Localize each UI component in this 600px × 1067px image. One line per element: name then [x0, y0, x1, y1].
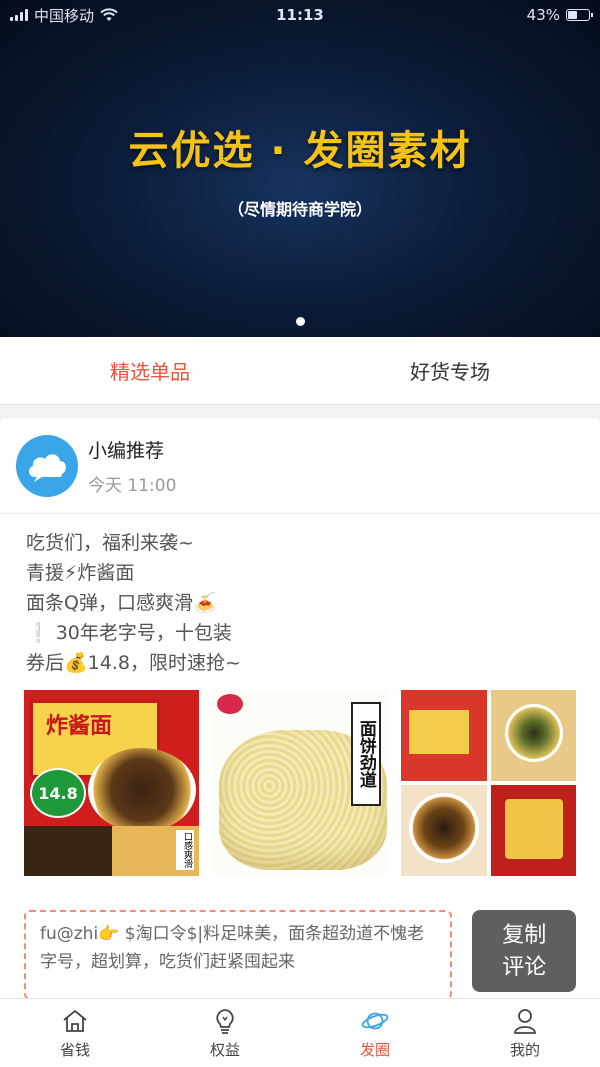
post-header: 小编推荐 今天 11:00 — [0, 418, 600, 514]
copy-comment-button[interactable]: 复制 评论 — [472, 910, 576, 992]
package-text: 炸酱面 — [46, 713, 113, 739]
collage-tile — [401, 785, 487, 876]
wifi-icon — [100, 8, 118, 21]
post-card: 小编推荐 今天 11:00 吃货们，福利来袭~ 青援⚡炸酱面 面条Q弹，口感爽滑… — [0, 418, 600, 1018]
battery-icon — [566, 9, 593, 21]
comment-text[interactable]: fu@zhi👉 $淘口令$|料足味美，面条超劲道不愧老字号，超划算，吃货们赶紧囤… — [24, 910, 453, 1000]
status-bar: 中国移动 11:13 43% — [0, 0, 600, 30]
nav-label: 发圈 — [359, 1040, 390, 1059]
collage-tile — [401, 690, 487, 781]
photo-grid: 炸酱面 14.8 口感爽滑 面饼劲道 — [0, 678, 600, 876]
bottom-nav: 省钱 权益 发圈 我的 — [0, 998, 600, 1067]
product-photo-3[interactable] — [401, 690, 577, 876]
product-photo-2[interactable]: 面饼劲道 — [212, 690, 388, 876]
photo-strip: 口感爽滑 — [24, 826, 199, 876]
status-left: 中国移动 — [10, 5, 118, 26]
photo-label: 口感爽滑 — [176, 830, 194, 870]
noodle-closeup-graphic: 口感爽滑 — [112, 826, 199, 876]
nav-item-moments[interactable]: 发圈 — [300, 999, 450, 1067]
battery-percent: 43% — [526, 6, 560, 24]
nav-item-profile[interactable]: 我的 — [450, 999, 600, 1067]
brand-logo-icon — [216, 694, 243, 714]
tab-bar: 精选单品 好货专场 — [0, 337, 600, 405]
banner-subtitle: （尽情期待商学院） — [227, 200, 372, 219]
post-line: 面条Q弹，口感爽滑🍝 — [26, 592, 217, 614]
signal-icon — [10, 9, 28, 21]
lightbulb-icon — [211, 1007, 239, 1035]
nav-item-benefits[interactable]: 权益 — [150, 999, 300, 1067]
battery-fill — [568, 11, 577, 19]
post-line: 券后💰14.8，限时速抢~ — [26, 652, 241, 674]
banner-title: 云优选 · 发圈素材 — [128, 128, 472, 174]
collage-tile — [490, 785, 577, 876]
copy-button-line1: 复制 — [502, 923, 547, 948]
nav-label: 我的 — [509, 1040, 540, 1059]
carrier-label: 中国移动 — [34, 6, 95, 25]
carousel-dot-active[interactable] — [295, 317, 305, 326]
user-icon — [511, 1007, 539, 1035]
post-time: 今天 11:00 — [88, 475, 177, 496]
photo-label: 面饼劲道 — [351, 702, 382, 806]
sauce-graphic — [24, 826, 112, 876]
cloud-icon — [29, 453, 66, 482]
avatar[interactable] — [16, 434, 78, 497]
status-right: 43% — [526, 6, 593, 24]
tab-featured-items[interactable]: 精选单品 — [0, 337, 300, 404]
author-block: 小编推荐 今天 11:00 — [88, 436, 176, 496]
planet-icon — [361, 1007, 389, 1035]
post-line: 吃货们，福利来袭~ — [26, 532, 194, 554]
post-line: 青援⚡炸酱面 — [26, 562, 135, 584]
author-name: 小编推荐 — [88, 439, 165, 462]
post-line: ❕ 30年老字号，十包装 — [26, 622, 232, 644]
copy-button-line2: 评论 — [502, 955, 547, 980]
home-icon — [61, 1007, 89, 1035]
tab-good-deals[interactable]: 好货专场 — [300, 337, 600, 404]
price-tag: 14.8 — [30, 768, 86, 818]
nav-item-save-money[interactable]: 省钱 — [0, 999, 150, 1067]
banner[interactable]: 中国移动 11:13 43% 云优选 · 发圈素材 （尽情期待商学院） — [0, 0, 600, 337]
comment-row: fu@zhi👉 $淘口令$|料足味美，面条超劲道不愧老字号，超划算，吃货们赶紧囤… — [0, 874, 600, 1000]
nav-label: 权益 — [209, 1040, 240, 1059]
carousel-dots — [0, 317, 600, 326]
collage-tile — [490, 690, 577, 781]
noodle-bowl-graphic — [88, 748, 196, 832]
app-screen: 中国移动 11:13 43% 云优选 · 发圈素材 （尽情期待商学院） 精选单品 — [0, 0, 600, 1067]
nav-label: 省钱 — [59, 1040, 90, 1059]
product-photo-1[interactable]: 炸酱面 14.8 口感爽滑 — [24, 690, 199, 876]
post-text: 吃货们，福利来袭~ 青援⚡炸酱面 面条Q弹，口感爽滑🍝 ❕ 30年老字号，十包装… — [0, 514, 600, 678]
